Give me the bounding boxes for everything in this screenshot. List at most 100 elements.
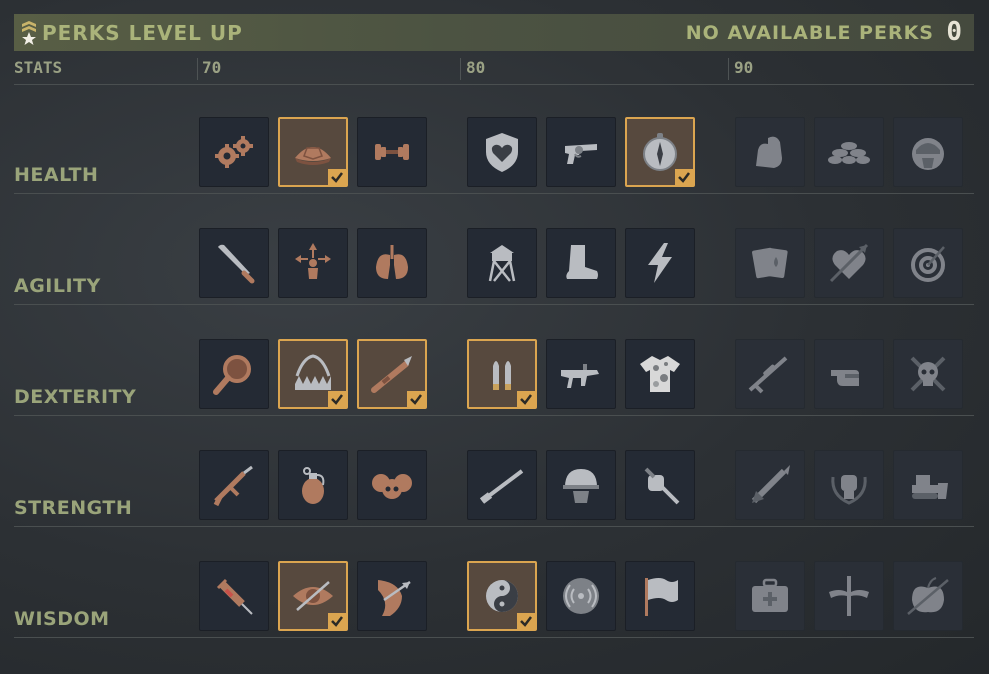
assault-rifle-icon [213, 465, 253, 507]
stat-label-agility: AGILITY [14, 275, 101, 297]
fist-wreath-icon [831, 475, 867, 505]
perk-boot[interactable] [546, 228, 616, 298]
knife-fist-icon [644, 467, 680, 505]
perk-gears[interactable] [199, 117, 269, 187]
stats-column-header: STATS [14, 58, 63, 77]
perk-target[interactable] [893, 228, 963, 298]
perk-finger-gun[interactable] [814, 339, 884, 409]
perk-shoulder-arrow[interactable] [357, 561, 427, 631]
perk-bear-trap[interactable] [278, 339, 348, 409]
perk-revolver[interactable] [546, 117, 616, 187]
stat-label-strength: STRENGTH [14, 497, 133, 519]
checkmark-icon [410, 394, 422, 405]
perk-sniper-rifle[interactable] [735, 339, 805, 409]
stat-label-wisdom: WISDOM [14, 608, 110, 630]
skull-crossbones-icon [910, 356, 946, 392]
tier-divider [197, 58, 198, 80]
perk-camo-shirt[interactable] [625, 339, 695, 409]
perk-eye-arrow[interactable] [278, 561, 348, 631]
shoulder-arrow-icon [378, 580, 411, 616]
perk-heart-shield[interactable] [467, 117, 537, 187]
perk-syringe[interactable] [199, 561, 269, 631]
tier-70-header: 70 [202, 58, 222, 77]
gears-icon [215, 136, 253, 168]
helmet-head-icon [912, 138, 944, 170]
perk-flexed-arm[interactable] [735, 117, 805, 187]
winged-sword-icon [829, 576, 869, 616]
row-divider [14, 193, 974, 194]
perk-selected-badge [517, 391, 535, 407]
perk-knife-fist[interactable] [625, 450, 695, 520]
checkmark-icon [678, 172, 690, 183]
perk-lungs[interactable] [357, 228, 427, 298]
tier-divider [728, 58, 729, 80]
perk-soldier-helmet[interactable] [546, 450, 616, 520]
checkmark-icon [331, 394, 343, 405]
checkmark-icon [331, 172, 343, 183]
row-divider [14, 304, 974, 305]
perk-dodge-arrows[interactable] [278, 228, 348, 298]
bulldozer-icon [912, 475, 948, 499]
perk-sandbags[interactable] [814, 117, 884, 187]
sandbags-icon [828, 142, 870, 164]
dodge-arrows-icon [295, 243, 331, 279]
perk-rocket-launcher[interactable] [357, 339, 427, 409]
perk-selected-badge [675, 169, 693, 185]
flexed-arm-icon [756, 136, 782, 168]
perk-selected-badge [328, 169, 346, 185]
perk-fist-wreath[interactable] [814, 450, 884, 520]
checkmark-icon [520, 394, 532, 405]
perk-selected-badge [407, 391, 425, 407]
perk-dumbbell[interactable] [357, 117, 427, 187]
perk-smg[interactable] [546, 339, 616, 409]
perk-magnifier[interactable] [199, 339, 269, 409]
perk-flag[interactable] [625, 561, 695, 631]
perk-grenade[interactable] [278, 450, 348, 520]
shotgun-icon [479, 469, 524, 504]
perk-skulls[interactable] [357, 450, 427, 520]
perk-missile[interactable] [735, 450, 805, 520]
perk-selected-badge [328, 391, 346, 407]
row-divider [14, 637, 974, 638]
dumbbell-icon [375, 144, 409, 160]
skulls-icon [372, 474, 412, 499]
magnifier-icon [213, 355, 251, 395]
soldier-helmet-icon [563, 469, 599, 503]
page-title: PERKS LEVEL UP [42, 21, 243, 45]
tier-80-header: 80 [466, 58, 486, 77]
available-perks-count: 0 [946, 17, 962, 47]
perk-heart-arrow[interactable] [814, 228, 884, 298]
lungs-icon [376, 245, 408, 279]
rank-star-icon [22, 21, 36, 45]
perk-yin-yang[interactable] [467, 561, 537, 631]
perk-winged-sword[interactable] [814, 561, 884, 631]
perk-signal[interactable] [546, 561, 616, 631]
camo-shirt-icon [640, 356, 680, 392]
finger-gun-icon [831, 370, 859, 386]
tier-90-header: 90 [734, 58, 754, 77]
perk-selected-badge [517, 613, 535, 629]
perk-skull-crossbones[interactable] [893, 339, 963, 409]
missile-icon [751, 465, 790, 504]
perk-playing-cards[interactable] [735, 228, 805, 298]
perk-machete[interactable] [199, 228, 269, 298]
perk-compass[interactable] [625, 117, 695, 187]
perk-bulldozer[interactable] [893, 450, 963, 520]
available-perks-label: NO AVAILABLE PERKS [685, 22, 934, 44]
apple-arrow-icon [907, 577, 949, 615]
perk-helmet-head[interactable] [893, 117, 963, 187]
perk-turtle-shell[interactable] [278, 117, 348, 187]
perk-apple-arrow[interactable] [893, 561, 963, 631]
lightning-icon [648, 243, 672, 283]
checkmark-icon [520, 616, 532, 627]
perk-shotgun[interactable] [467, 450, 537, 520]
perk-watchtower[interactable] [467, 228, 537, 298]
target-icon [911, 246, 945, 282]
perk-medkit[interactable] [735, 561, 805, 631]
playing-cards-icon [752, 247, 788, 279]
tier-divider [460, 58, 461, 80]
perk-bullets[interactable] [467, 339, 537, 409]
perk-assault-rifle[interactable] [199, 450, 269, 520]
heart-shield-icon [486, 133, 518, 172]
perk-lightning[interactable] [625, 228, 695, 298]
